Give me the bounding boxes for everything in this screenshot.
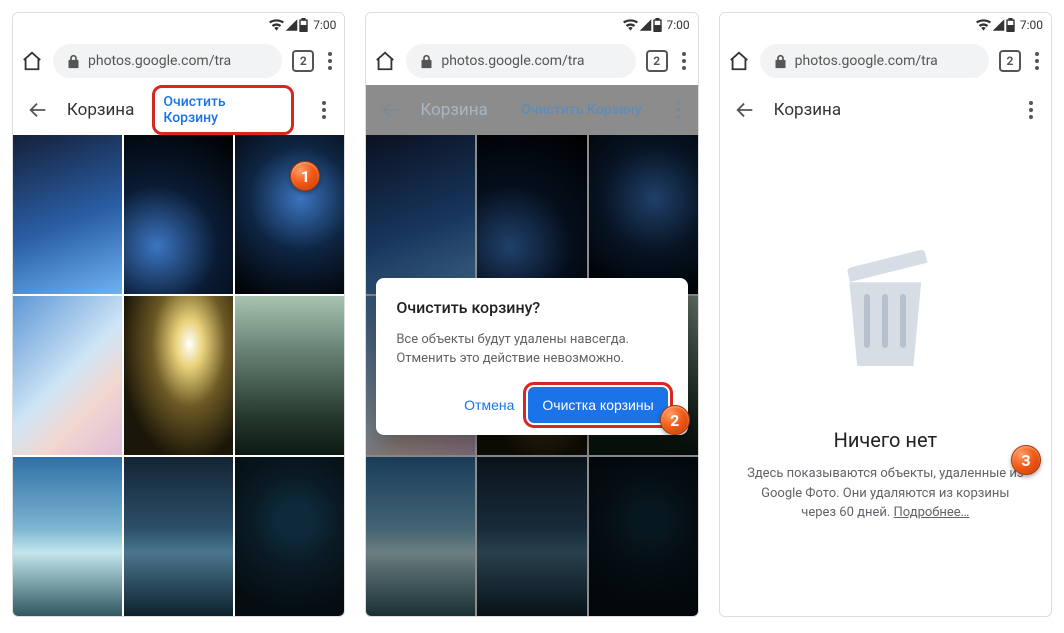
trash-grid — [13, 135, 344, 616]
page-header: Корзина Очистить Корзину — [366, 85, 697, 135]
home-icon[interactable] — [374, 50, 396, 72]
trash-thumb — [589, 457, 698, 616]
wifi-icon — [623, 19, 638, 31]
empty-trash-button[interactable]: Очистить Корзину — [152, 85, 294, 135]
dialog-confirm-button[interactable]: Очистка корзины — [528, 387, 667, 423]
status-bar: 7:00 — [13, 13, 344, 37]
url-input[interactable]: photos.google.com/tra — [406, 44, 635, 78]
signal-icon — [639, 19, 652, 31]
battery-icon — [1006, 18, 1015, 32]
empty-trash-state: Ничего нет Здесь показываются объекты, у… — [720, 135, 1051, 616]
status-time: 7:00 — [667, 18, 690, 32]
empty-description: Здесь показываются объекты, удаленные из… — [744, 464, 1027, 523]
status-bar: 7:00 — [366, 13, 697, 37]
status-time: 7:00 — [1020, 18, 1043, 32]
home-icon[interactable] — [21, 50, 43, 72]
trash-thumb — [477, 135, 586, 294]
dialog-body: Все объекты будут удалены навсегда. Отме… — [396, 331, 667, 369]
page-title: Корзина — [67, 100, 134, 120]
trash-thumb — [366, 135, 475, 294]
trash-thumb[interactable] — [124, 135, 233, 294]
home-icon[interactable] — [728, 50, 750, 72]
signal-icon — [285, 19, 298, 31]
wifi-icon — [269, 19, 284, 31]
trash-thumb[interactable] — [124, 296, 233, 455]
browser-url-bar: photos.google.com/tra 2 — [720, 37, 1051, 85]
back-arrow-icon[interactable] — [734, 99, 756, 121]
trash-thumb — [589, 135, 698, 294]
lock-icon — [420, 54, 433, 69]
trash-illustration-icon — [840, 268, 930, 368]
trash-thumb[interactable] — [235, 135, 344, 294]
back-arrow-icon — [380, 99, 402, 121]
browser-more-icon[interactable] — [1031, 52, 1043, 70]
signal-icon — [992, 19, 1005, 31]
trash-thumb — [366, 457, 475, 616]
phone-panel-3: 7:00 photos.google.com/tra 2 Корзина Нич… — [719, 12, 1052, 617]
trash-thumb[interactable] — [124, 457, 233, 616]
page-more-icon[interactable] — [1025, 101, 1037, 119]
dialog-cancel-button[interactable]: Отмена — [454, 389, 524, 421]
url-text: photos.google.com/tra — [88, 53, 231, 69]
trash-thumb[interactable] — [13, 457, 122, 616]
status-time: 7:00 — [313, 18, 336, 32]
status-bar: 7:00 — [720, 13, 1051, 37]
lock-icon — [67, 54, 80, 69]
tab-switcher[interactable]: 2 — [292, 50, 314, 72]
back-arrow-icon[interactable] — [27, 99, 49, 121]
browser-url-bar: photos.google.com/tra 2 — [366, 37, 697, 85]
page-title: Корзина — [420, 100, 487, 120]
trash-thumb[interactable] — [13, 296, 122, 455]
url-input[interactable]: photos.google.com/tra — [53, 44, 282, 78]
tab-switcher[interactable]: 2 — [646, 50, 668, 72]
step-badge-2: 2 — [660, 405, 690, 435]
page-more-icon[interactable] — [318, 101, 330, 119]
url-text: photos.google.com/tra — [441, 53, 584, 69]
url-input[interactable]: photos.google.com/tra — [760, 44, 989, 78]
dialog-title: Очистить корзину? — [396, 298, 667, 317]
browser-more-icon[interactable] — [678, 52, 690, 70]
empty-trash-button: Очистить Корзину — [515, 98, 647, 122]
trash-thumb[interactable] — [235, 296, 344, 455]
trash-thumb[interactable] — [13, 135, 122, 294]
url-text: photos.google.com/tra — [795, 53, 938, 69]
phone-panel-1: 7:00 photos.google.com/tra 2 Корзина Очи… — [12, 12, 345, 617]
battery-icon — [299, 18, 308, 32]
page-more-icon — [672, 101, 684, 119]
dialog-actions: Отмена Очистка корзины — [396, 387, 667, 423]
wifi-icon — [976, 19, 991, 31]
empty-title: Ничего нет — [834, 428, 938, 452]
browser-url-bar: photos.google.com/tra 2 — [13, 37, 344, 85]
trash-thumb[interactable] — [235, 457, 344, 616]
step-badge-3: 3 — [1011, 445, 1041, 475]
tab-switcher[interactable]: 2 — [999, 50, 1021, 72]
browser-more-icon[interactable] — [324, 52, 336, 70]
page-header: Корзина Очистить Корзину — [13, 85, 344, 135]
page-header: Корзина — [720, 85, 1051, 135]
trash-thumb — [477, 457, 586, 616]
battery-icon — [653, 18, 662, 32]
learn-more-link[interactable]: Подробнее… — [894, 505, 970, 520]
phone-panel-2: 7:00 photos.google.com/tra 2 Корзина Очи… — [365, 12, 698, 617]
page-title: Корзина — [774, 100, 841, 120]
empty-trash-dialog: Очистить корзину? Все объекты будут удал… — [376, 278, 687, 435]
lock-icon — [774, 54, 787, 69]
